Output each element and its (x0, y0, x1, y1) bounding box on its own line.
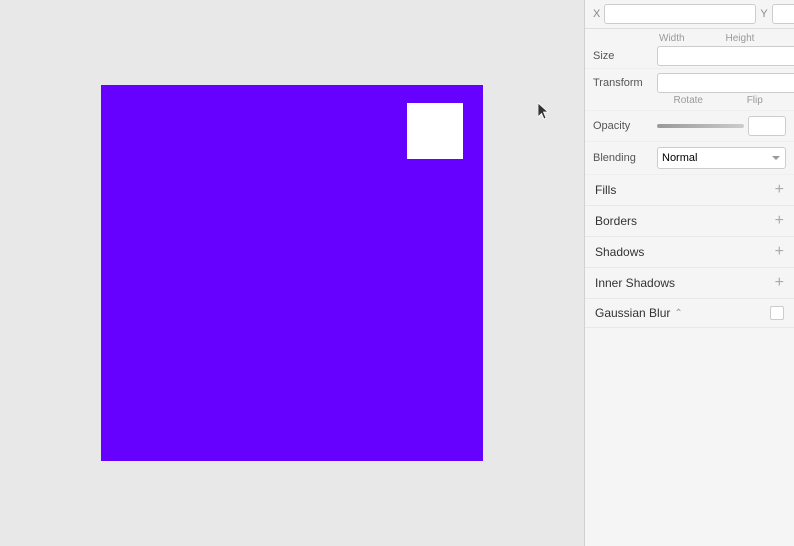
flip-sub-label: Flip (724, 95, 787, 106)
opacity-input[interactable] (748, 116, 786, 136)
x-input[interactable] (604, 4, 756, 24)
inner-shadows-label: Inner Shadows (595, 276, 675, 290)
transform-label: Transform (593, 77, 653, 89)
y-input[interactable] (772, 4, 794, 24)
transform-input[interactable] (657, 73, 794, 93)
transform-row: Transform (593, 73, 786, 93)
gaussian-blur-section[interactable]: Gaussian Blur ⌃ (585, 299, 794, 328)
borders-section[interactable]: Borders + (585, 206, 794, 237)
y-label: Y (760, 8, 767, 20)
fills-section[interactable]: Fills + (585, 175, 794, 206)
shadows-add-icon[interactable]: + (775, 244, 784, 260)
blending-section: Blending Normal Multiply Screen Overlay (585, 142, 794, 175)
fills-label: Fills (595, 183, 616, 197)
transform-sub-labels: Rotate Flip (593, 95, 786, 106)
mouse-cursor (538, 103, 550, 121)
blending-label: Blending (593, 152, 653, 164)
coordinates-row: X Y (585, 0, 794, 29)
opacity-section: Opacity (585, 111, 794, 142)
rotate-sub-label: Rotate (657, 95, 720, 106)
blue-rectangle[interactable] (101, 85, 483, 461)
borders-label: Borders (595, 214, 637, 228)
shadows-section[interactable]: Shadows + (585, 237, 794, 268)
size-sub-labels: Width Height (593, 33, 786, 44)
canvas-area (0, 0, 584, 546)
white-rectangle[interactable] (407, 103, 463, 159)
x-label: X (593, 8, 600, 20)
opacity-slider[interactable] (657, 124, 744, 128)
inner-shadows-add-icon[interactable]: + (775, 275, 784, 291)
width-sub-label: Width (657, 33, 720, 44)
opacity-label: Opacity (593, 120, 653, 132)
height-sub-label: Height (724, 33, 787, 44)
right-panel: X Y Width Height Size Transform (584, 0, 794, 546)
gaussian-blur-label: Gaussian Blur ⌃ (595, 306, 770, 320)
blending-select[interactable]: Normal Multiply Screen Overlay (657, 147, 786, 169)
width-input[interactable] (657, 46, 794, 66)
gaussian-blur-checkbox[interactable] (770, 306, 784, 320)
chevron-icon: ⌃ (674, 308, 682, 319)
fills-add-icon[interactable]: + (775, 182, 784, 198)
transform-section: Transform Rotate Flip (585, 69, 794, 111)
size-inputs-row: Size (593, 46, 786, 66)
shadows-label: Shadows (595, 245, 644, 259)
borders-add-icon[interactable]: + (775, 213, 784, 229)
size-section: Width Height Size (585, 29, 794, 69)
size-label: Size (593, 50, 653, 62)
inner-shadows-section[interactable]: Inner Shadows + (585, 268, 794, 299)
